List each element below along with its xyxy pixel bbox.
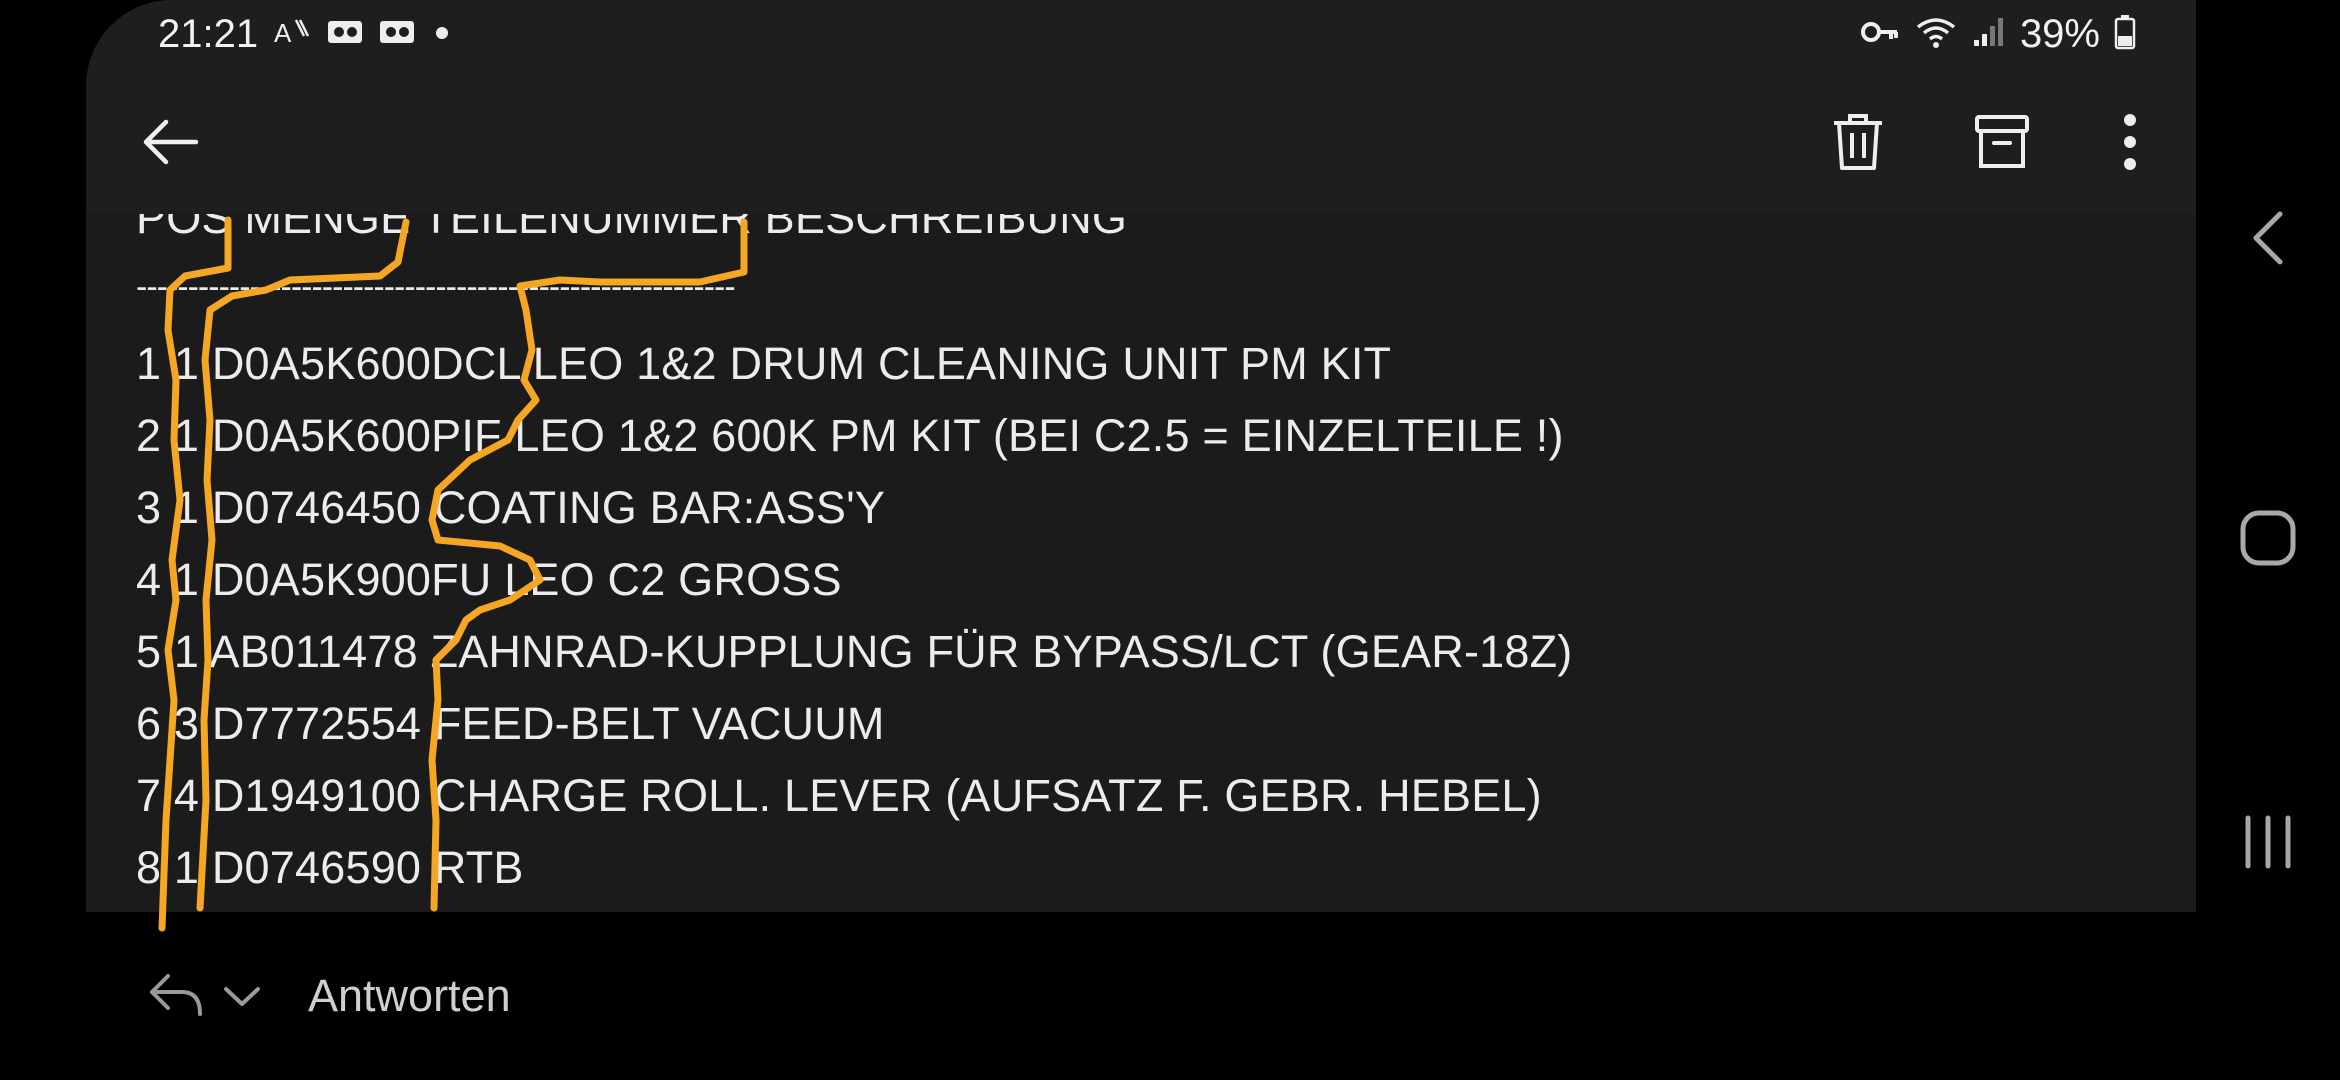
navigation-bar — [2196, 0, 2340, 1080]
status-right-icons: 39% — [1860, 12, 2136, 57]
reply-bar: Antworten — [86, 912, 2196, 1080]
phone-screen: 21:21 A 39% POS MENGE TEILENUMMER BESCHR… — [86, 0, 2196, 912]
status-bar: 21:21 A 39% — [86, 0, 2196, 70]
delete-button[interactable] — [1824, 110, 1892, 178]
reply-label[interactable]: Antworten — [308, 970, 511, 1022]
voicemail-icon — [378, 17, 416, 52]
table-row: 7 4 D1949100 CHARGE ROLL. LEVER (AUFSATZ… — [136, 770, 1542, 821]
accessibility-text-icon: A — [272, 14, 312, 55]
app-bar — [86, 70, 2196, 214]
table-row: 5 1 AB011478 ZAHNRAD-KUPPLUNG FÜR BYPASS… — [136, 626, 1573, 677]
signal-icon — [1972, 16, 2006, 53]
table-row: 2 1 D0A5K600PIF LEO 1&2 600K PM KIT (BEI… — [136, 410, 1564, 461]
nav-back-button[interactable] — [2236, 208, 2300, 272]
table-row: 3 1 D0746450 COATING BAR:ASS'Y — [136, 482, 886, 533]
archive-icon — [1974, 112, 2030, 177]
battery-icon — [2114, 14, 2136, 55]
status-time: 21:21 — [158, 12, 259, 56]
nav-home-button[interactable] — [2236, 508, 2300, 572]
table-row: 6 3 D7772554 FEED-BELT VACUUM — [136, 698, 885, 749]
email-body: POS MENGE TEILENUMMER BESCHREIBUNG -----… — [86, 214, 2196, 912]
dot-icon — [430, 17, 454, 52]
table-header: POS MENGE TEILENUMMER BESCHREIBUNG — [136, 214, 1128, 243]
table-row: 1 1 D0A5K600DCL LEO 1&2 DRUM CLEANING UN… — [136, 338, 1392, 389]
voicemail-icon — [326, 17, 364, 52]
chevron-down-icon — [222, 987, 262, 1014]
reply-icon — [146, 974, 206, 1024]
nav-recents-button[interactable] — [2236, 812, 2300, 876]
back-button[interactable] — [136, 110, 204, 178]
more-options-button[interactable] — [2096, 110, 2164, 178]
back-arrow-icon — [140, 117, 200, 172]
separator-line: ----------------------------------------… — [136, 268, 736, 306]
delete-icon — [1830, 111, 1886, 178]
nav-recents-icon — [2240, 812, 2296, 877]
archive-button[interactable] — [1968, 110, 2036, 178]
battery-percent: 39% — [2019, 12, 2100, 56]
vpn-key-icon — [1860, 17, 1900, 52]
more-vert-icon — [2120, 112, 2140, 177]
table-row: 4 1 D0A5K900FU LEO C2 GROSS — [136, 554, 842, 605]
table-row: 8 1 D0746590 RTB — [136, 842, 524, 893]
nav-back-icon — [2248, 208, 2288, 273]
svg-text:A: A — [274, 18, 292, 48]
reply-options-dropdown[interactable] — [222, 984, 262, 1015]
reply-button[interactable] — [146, 970, 206, 1025]
nav-home-icon — [2238, 508, 2298, 573]
wifi-icon — [1914, 15, 1958, 54]
status-left-icons: A — [272, 14, 454, 55]
